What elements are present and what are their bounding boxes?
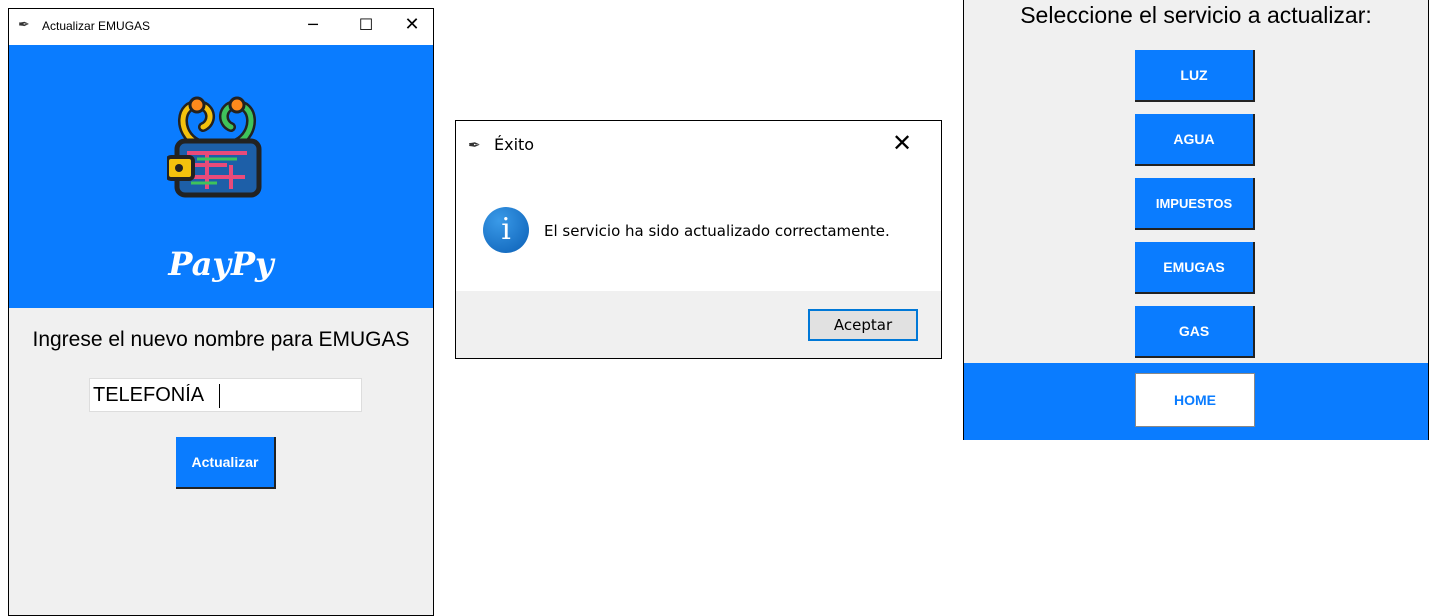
- service-button-agua[interactable]: AGUA: [1135, 114, 1255, 166]
- header-banner: PayPy: [9, 45, 433, 308]
- title-bar[interactable]: ✒ Actualizar EMUGAS ─ ☐ ✕: [9, 9, 433, 45]
- text-caret: [219, 384, 220, 408]
- update-button[interactable]: Actualizar: [176, 437, 276, 489]
- update-window: ✒ Actualizar EMUGAS ─ ☐ ✕ PayPy Ingrese …: [8, 8, 434, 616]
- service-button-emugas[interactable]: EMUGAS: [1135, 242, 1255, 294]
- success-dialog: ✒ Éxito ✕ i El servicio ha sido actualiz…: [455, 120, 942, 359]
- maximize-icon[interactable]: ☐: [346, 15, 386, 34]
- dialog-title: Éxito: [494, 135, 535, 154]
- new-name-input[interactable]: [89, 378, 362, 412]
- minimize-icon[interactable]: ─: [293, 15, 333, 34]
- dialog-message: El servicio ha sido actualizado correcta…: [544, 222, 890, 240]
- service-button-impuestos[interactable]: IMPUESTOS: [1135, 178, 1255, 230]
- home-button[interactable]: HOME: [1135, 373, 1255, 427]
- close-icon[interactable]: ✕: [392, 14, 432, 35]
- feather-icon: ✒: [468, 136, 481, 154]
- snake-wallet-logo-icon: [167, 96, 262, 198]
- info-icon: i: [483, 207, 529, 253]
- service-button-gas[interactable]: GAS: [1135, 306, 1255, 358]
- selection-heading: Seleccione el servicio a actualizar:: [1020, 2, 1372, 28]
- service-selection-window: Seleccione el servicio a actualizar: LUZ…: [963, 0, 1429, 440]
- close-icon[interactable]: ✕: [882, 129, 922, 157]
- service-button-luz[interactable]: LUZ: [1135, 50, 1255, 102]
- feather-icon: ✒: [18, 17, 30, 33]
- prompt-label: Ingrese el nuevo nombre para EMUGAS: [32, 328, 410, 351]
- window-title: Actualizar EMUGAS: [42, 19, 151, 33]
- brand-name: PayPy: [168, 245, 274, 283]
- accept-button[interactable]: Aceptar: [808, 309, 918, 341]
